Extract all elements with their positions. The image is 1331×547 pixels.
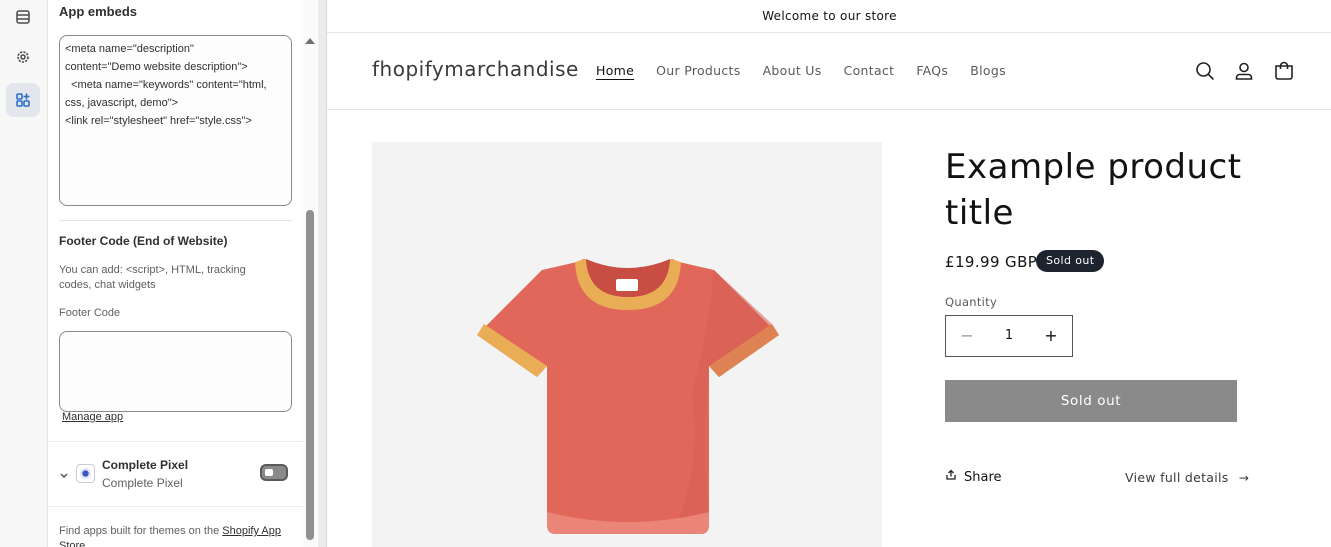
account-icon[interactable] [1232,59,1256,83]
pixel-app-icon [76,464,95,483]
list-icon[interactable] [6,0,40,34]
pixel-enable-toggle[interactable] [260,464,288,481]
footer-section-title: Footer Code (End of Website) [59,234,228,248]
footer-code-label: Footer Code [59,307,121,319]
panel-scrollbar-thumb[interactable] [306,210,314,540]
footer-help-text: You can add: <script>, HTML, tracking co… [59,264,246,291]
nav-contact[interactable]: Contact [844,63,895,78]
footer-note: Find apps built for themes on the Shopif… [59,524,289,547]
announcement-bar: Welcome to our store [327,0,1331,33]
search-icon[interactable] [1193,59,1217,83]
nav-faqs[interactable]: FAQs [916,63,948,78]
tshirt-image [477,259,779,534]
header-code-textarea[interactable]: <meta name="description" content="Demo w… [59,35,292,206]
footer-note-text: Find apps built for themes on the [59,525,223,537]
gear-icon[interactable] [6,40,40,74]
arrow-right-icon: → [1238,471,1250,485]
pixel-app-name: Complete Pixel [102,458,189,472]
chevron-down-icon[interactable] [59,468,69,486]
quantity-label: Quantity [945,295,998,309]
share-icon [945,469,957,485]
nav-home[interactable]: Home [596,63,634,78]
product-title: Example product title [945,147,1242,233]
product-price: £19.99 GBP [945,253,1038,271]
app-embeds-icon[interactable] [6,83,40,117]
manage-app-link[interactable]: Manage app [62,411,123,423]
quantity-increase-button[interactable]: + [1041,326,1061,346]
nav-blogs[interactable]: Blogs [970,63,1006,78]
scroll-up-arrow[interactable] [305,38,315,44]
panel-gutter [318,0,326,547]
main-nav: Home Our Products About Us Contact FAQs … [596,63,1028,78]
store-brand[interactable]: fhopifymarchandise [372,57,579,81]
icon-rail [0,0,48,547]
storefront-preview: Welcome to our store fhopifymarchandise … [326,0,1331,547]
quantity-stepper: − 1 + [945,315,1073,357]
pixel-app-subtitle: Complete Pixel [102,476,183,490]
panel-title: App embeds [59,4,138,19]
sold-out-badge: Sold out [1036,250,1105,272]
complete-pixel-row: Complete Pixel Complete Pixel [48,441,304,507]
app-embeds-panel: App embeds <meta name="description" cont… [48,0,318,547]
product-media[interactable] [372,142,882,547]
view-full-details-link[interactable]: View full details → [1125,470,1249,485]
store-header: fhopifymarchandise Home Our Products Abo… [327,33,1331,110]
view-full-details-label: View full details [1125,470,1229,485]
share-label: Share [964,469,1002,485]
footer-code-textarea[interactable] [59,331,292,412]
nav-our-products[interactable]: Our Products [656,63,740,78]
nav-about-us[interactable]: About Us [763,63,822,78]
cart-icon[interactable] [1272,59,1296,83]
sold-out-button[interactable]: Sold out [945,380,1237,422]
section-divider [59,220,292,221]
share-button[interactable]: Share [945,469,1002,485]
